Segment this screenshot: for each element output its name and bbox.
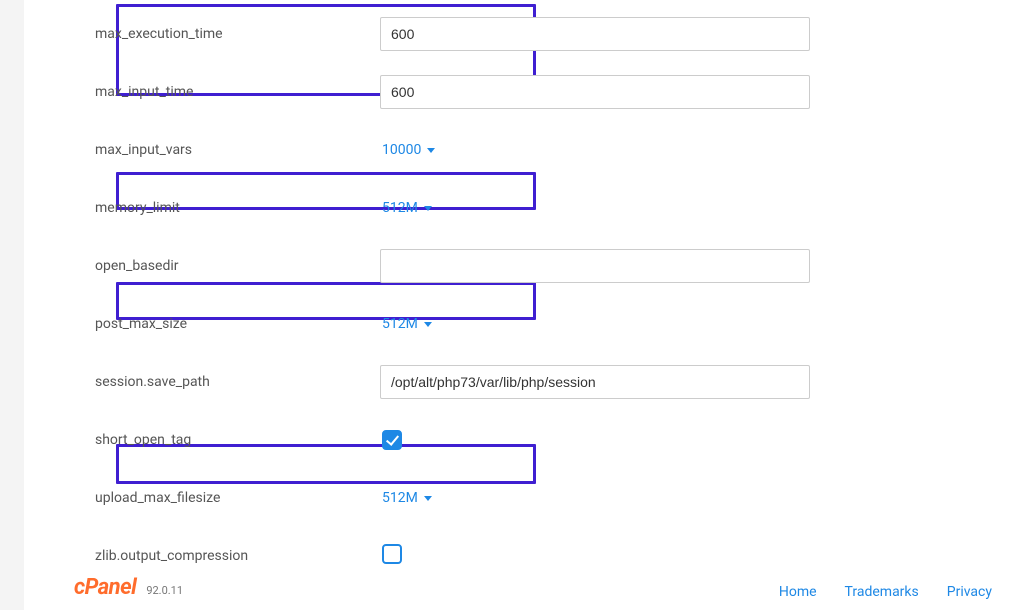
setting-label: upload_max_filesize	[30, 490, 380, 506]
setting-label: max_input_time	[30, 84, 380, 100]
setting-label: memory_limit	[30, 200, 380, 216]
session-save-path-input[interactable]	[380, 365, 810, 399]
setting-label: open_basedir	[30, 258, 380, 274]
caret-down-icon	[424, 206, 432, 211]
footer-link-trademarks[interactable]: Trademarks	[845, 584, 919, 600]
cpanel-version: 92.0.11	[146, 584, 183, 597]
dropdown-value: 512M	[382, 200, 418, 216]
max-execution-time-input[interactable]	[380, 17, 810, 51]
setting-row-short-open-tag: short_open_tag	[30, 422, 1014, 458]
open-basedir-input[interactable]	[380, 249, 810, 283]
setting-label: session.save_path	[30, 374, 380, 390]
max-input-time-input[interactable]	[380, 75, 810, 109]
dropdown-value: 10000	[382, 142, 421, 158]
cpanel-logo: cPanel	[74, 575, 136, 600]
setting-label: post_max_size	[30, 316, 380, 332]
dropdown-value: 512M	[382, 490, 418, 506]
setting-label: max_input_vars	[30, 142, 380, 158]
setting-row-memory-limit: memory_limit 512M	[30, 190, 1014, 226]
setting-row-max-input-time: max_input_time	[30, 74, 1014, 110]
footer-links: Home Trademarks Privacy	[779, 584, 992, 600]
post-max-size-dropdown[interactable]: 512M	[380, 316, 432, 332]
setting-row-post-max-size: post_max_size 512M	[30, 306, 1014, 342]
footer-link-home[interactable]: Home	[779, 584, 817, 600]
setting-row-zlib-output-compression: zlib.output_compression	[30, 538, 1014, 574]
upload-max-filesize-dropdown[interactable]: 512M	[380, 490, 432, 506]
setting-label: short_open_tag	[30, 432, 380, 448]
setting-row-upload-max-filesize: upload_max_filesize 512M	[30, 480, 1014, 516]
footer: cPanel 92.0.11 Home Trademarks Privacy	[30, 575, 1004, 600]
setting-row-open-basedir: open_basedir	[30, 248, 1014, 284]
sidebar-strip	[0, 0, 24, 610]
caret-down-icon	[427, 148, 435, 153]
setting-row-session-save-path: session.save_path	[30, 364, 1014, 400]
caret-down-icon	[424, 496, 432, 501]
setting-row-max-input-vars: max_input_vars 10000	[30, 132, 1014, 168]
setting-row-max-execution-time: max_execution_time	[30, 16, 1014, 52]
short-open-tag-checkbox[interactable]	[382, 430, 402, 450]
footer-link-privacy[interactable]: Privacy	[947, 584, 992, 600]
setting-label: zlib.output_compression	[30, 548, 380, 564]
setting-label: max_execution_time	[30, 26, 380, 42]
memory-limit-dropdown[interactable]: 512M	[380, 200, 432, 216]
dropdown-value: 512M	[382, 316, 418, 332]
max-input-vars-dropdown[interactable]: 10000	[380, 142, 435, 158]
caret-down-icon	[424, 322, 432, 327]
zlib-output-compression-checkbox[interactable]	[382, 544, 402, 564]
php-options-form: max_execution_time max_input_time max_in…	[30, 0, 1014, 545]
logo-wrap: cPanel 92.0.11	[74, 575, 183, 600]
